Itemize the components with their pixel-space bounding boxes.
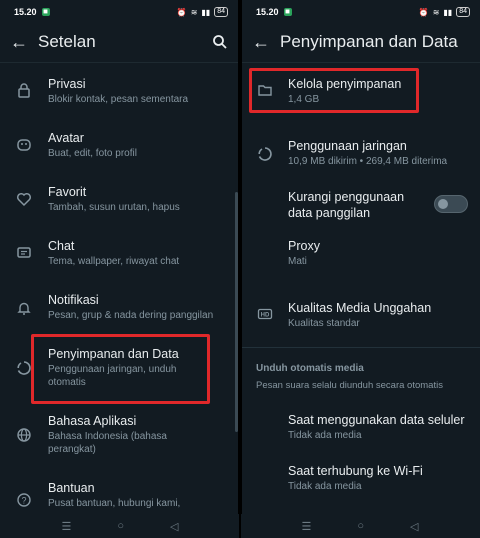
app-bar-divider <box>242 62 480 63</box>
storage-data-screen: 15.20 ◼ ⏰ ≋ ▮▮ 84 ← Penyimpanan dan Data… <box>242 0 480 514</box>
app-bar-divider <box>0 62 238 63</box>
back-arrow-icon[interactable]: ← <box>252 33 272 51</box>
recents-icon[interactable]: ☰ <box>302 520 312 533</box>
signal-icon: ▮▮ <box>443 7 453 17</box>
lock-icon <box>18 83 30 98</box>
notification-icon: ◼ <box>283 8 292 16</box>
status-icons: ⏰ ≋ ▮▮ 84 <box>419 7 470 17</box>
help-icon: ? <box>17 493 31 507</box>
highlight-box <box>249 68 419 113</box>
alarm-icon: ⏰ <box>176 7 187 17</box>
search-icon[interactable] <box>212 34 228 50</box>
proxy-item[interactable]: Proxy Mati <box>242 238 480 272</box>
app-bar: ← Setelan <box>0 24 238 60</box>
home-icon[interactable]: ○ <box>357 520 364 532</box>
section-divider <box>242 347 480 348</box>
auto-download-wifi-item[interactable]: Saat terhubung ke Wi-Fi Tidak ada media <box>242 463 480 497</box>
heart-icon <box>16 192 32 207</box>
back-icon[interactable]: ◁ <box>170 520 178 533</box>
battery-icon: 84 <box>214 7 228 17</box>
item-subtitle: Tidak ada media <box>288 430 362 441</box>
item-subtitle: Bahasa Indonesia (bahasa perangkat) <box>48 431 167 455</box>
storage-icon <box>17 361 31 375</box>
avatar-icon <box>17 139 31 151</box>
item-subtitle: Blokir kontak, pesan sementara <box>48 94 189 105</box>
network-usage-icon <box>258 147 272 161</box>
item-label: Kualitas Media Unggahan <box>288 301 432 315</box>
item-subtitle: 10,9 MB dikirim • 269,4 MB diterima <box>288 156 448 167</box>
bell-icon <box>17 302 31 315</box>
item-subtitle: Mati <box>288 256 307 267</box>
item-subtitle: Tidak ada media <box>288 481 362 492</box>
reduce-call-data-item[interactable]: Kurangi penggunaan data panggilan <box>242 189 480 223</box>
app-bar: ← Penyimpanan dan Data <box>242 24 480 60</box>
item-subtitle: Kualitas standar <box>288 318 360 329</box>
section-title: Unduh otomatis media <box>256 363 364 374</box>
status-bar: 15.20 ◼ ⏰ ≋ ▮▮ 84 <box>0 0 238 24</box>
item-label: Proxy <box>288 239 320 253</box>
item-label: Bahasa Aplikasi <box>48 414 137 428</box>
item-label: Favorit <box>48 185 87 199</box>
settings-item-app-language[interactable]: Bahasa Aplikasi Bahasa Indonesia (bahasa… <box>0 413 238 461</box>
scrollbar[interactable] <box>235 192 238 432</box>
battery-icon: 84 <box>456 7 470 17</box>
auto-download-mobile-data-item[interactable]: Saat menggunakan data seluler Tidak ada … <box>242 412 480 446</box>
home-icon[interactable]: ○ <box>117 520 124 532</box>
status-icons: ⏰ ≋ ▮▮ 84 <box>177 7 228 17</box>
recents-icon[interactable]: ☰ <box>62 520 72 533</box>
settings-item-notifications[interactable]: Notifikasi Pesan, grup & nada dering pan… <box>0 292 238 332</box>
status-bar: 15.20 ◼ ⏰ ≋ ▮▮ 84 <box>242 0 480 24</box>
settings-item-favorites[interactable]: Favorit Tambah, susun urutan, hapus <box>0 184 238 224</box>
item-label: Saat terhubung ke Wi-Fi <box>288 464 423 478</box>
settings-item-chat[interactable]: Chat Tema, wallpaper, riwayat chat <box>0 238 238 278</box>
chat-icon <box>17 247 31 258</box>
system-nav-bar: ☰ ○ ◁ ☰ ○ ◁ <box>0 514 480 538</box>
item-label: Privasi <box>48 77 86 91</box>
svg-text:HD: HD <box>261 313 270 319</box>
settings-screen: 15.20 ◼ ⏰ ≋ ▮▮ 84 ← Setelan Privasi Blok… <box>0 0 238 514</box>
section-subtitle: Pesan suara selalu diunduh secara otomat… <box>256 380 443 391</box>
item-subtitle: Tambah, susun urutan, hapus <box>48 202 180 213</box>
hd-icon: HD <box>257 308 273 320</box>
settings-item-avatar[interactable]: Avatar Buat, edit, foto profil <box>0 130 238 170</box>
settings-item-privacy[interactable]: Privasi Blokir kontak, pesan sementara <box>0 76 238 116</box>
toggle-knob <box>438 199 448 209</box>
item-label: Kurangi penggunaan data panggilan <box>288 190 405 220</box>
status-time: 15.20 <box>14 7 37 17</box>
notification-icon: ◼ <box>41 8 50 16</box>
item-label: Notifikasi <box>48 293 99 307</box>
item-label: Saat menggunakan data seluler <box>288 413 465 427</box>
network-usage-item[interactable]: Penggunaan jaringan 10,9 MB dikirim • 26… <box>242 138 480 172</box>
upload-media-quality-item[interactable]: HD Kualitas Media Unggahan Kualitas stan… <box>242 300 480 334</box>
panel-divider <box>239 514 241 538</box>
item-subtitle: Pusat bantuan, hubungi kami, <box>48 498 181 509</box>
reduce-call-data-toggle[interactable] <box>434 195 468 213</box>
back-arrow-icon[interactable]: ← <box>10 33 30 51</box>
globe-icon <box>17 428 31 442</box>
wifi-icon: ≋ <box>432 7 440 17</box>
item-subtitle: Buat, edit, foto profil <box>48 148 137 159</box>
alarm-icon: ⏰ <box>418 7 429 17</box>
item-subtitle: Tema, wallpaper, riwayat chat <box>48 256 180 267</box>
settings-item-help[interactable]: ? Bantuan Pusat bantuan, hubungi kami, <box>0 480 238 514</box>
item-label: Chat <box>48 239 75 253</box>
wifi-icon: ≋ <box>190 7 198 17</box>
item-subtitle: Pesan, grup & nada dering panggilan <box>48 310 214 321</box>
highlight-box <box>31 334 210 404</box>
signal-icon: ▮▮ <box>201 7 211 17</box>
status-time: 15.20 <box>256 7 279 17</box>
svg-text:?: ? <box>21 496 26 506</box>
back-icon[interactable]: ◁ <box>410 520 418 533</box>
page-title: Setelan <box>38 32 96 51</box>
item-label: Bantuan <box>48 481 95 495</box>
item-label: Penggunaan jaringan <box>288 139 407 153</box>
page-title: Penyimpanan dan Data <box>280 32 458 51</box>
item-label: Avatar <box>48 131 84 145</box>
